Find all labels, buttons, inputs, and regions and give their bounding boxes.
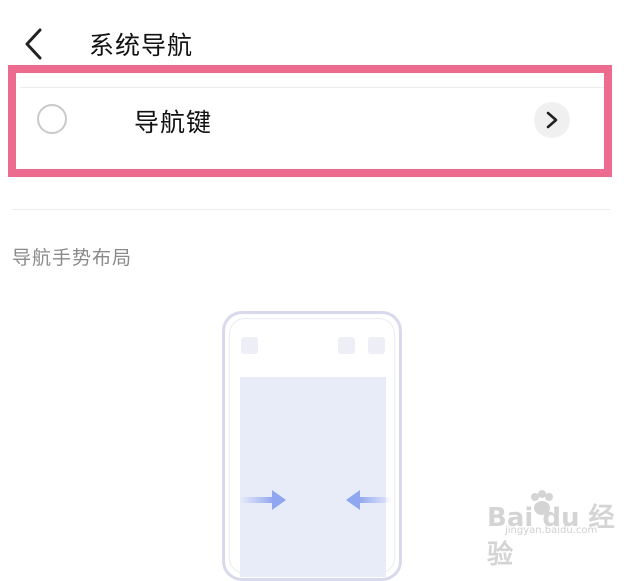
watermark-domain: jingyan.baidu.com bbox=[505, 525, 598, 536]
phone-screen bbox=[240, 377, 386, 577]
app-icon-placeholder bbox=[338, 337, 355, 354]
back-button[interactable] bbox=[18, 24, 54, 64]
phone-gesture-illustration-icon[interactable] bbox=[222, 311, 402, 581]
page-title: 系统导航 bbox=[89, 31, 194, 60]
arrow-right-icon bbox=[240, 490, 286, 510]
app-icon-placeholder bbox=[368, 337, 385, 354]
section-header: 导航手势布局 bbox=[12, 247, 133, 269]
app-icon-placeholder bbox=[241, 337, 258, 354]
section-divider bbox=[12, 209, 610, 210]
watermark-logo: Bai du 经验 jingyan.baidu.com bbox=[487, 489, 627, 570]
arrow-left-icon bbox=[346, 490, 392, 510]
highlight-annotation bbox=[8, 65, 612, 177]
chevron-left-icon bbox=[25, 28, 42, 60]
